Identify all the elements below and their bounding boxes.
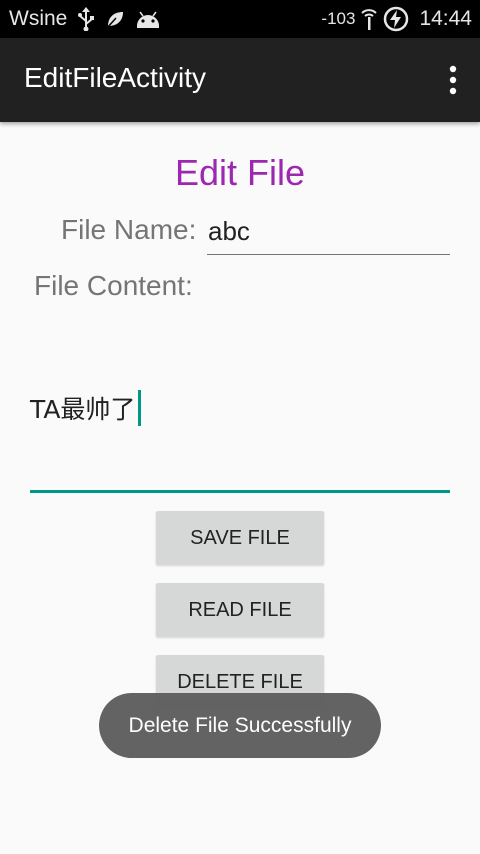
usb-icon	[77, 7, 95, 31]
read-file-button[interactable]: READ FILE	[156, 583, 324, 637]
status-left: Wsine	[9, 4, 161, 34]
wifi-signal-icon	[361, 7, 378, 31]
file-name-input[interactable]: abc	[207, 214, 450, 255]
file-name-label: File Name:	[61, 214, 197, 245]
carrier-name: Wsine	[9, 7, 68, 30]
page-heading: Edit File	[174, 152, 306, 193]
more-vert-icon[interactable]	[448, 64, 458, 96]
file-content-input[interactable]: TA最帅了	[30, 380, 450, 493]
clock: 14:44	[419, 7, 472, 30]
battery-charging-icon	[383, 6, 409, 32]
file-content-text: TA最帅了	[30, 395, 136, 424]
app-bar: EditFileActivity	[0, 38, 480, 122]
file-content-value: TA最帅了	[30, 390, 142, 426]
text-cursor	[138, 390, 142, 426]
android-debug-icon	[135, 9, 161, 29]
status-bar: Wsine -103 14:44	[0, 0, 480, 38]
app-title: EditFileActivity	[24, 62, 207, 93]
leaf-icon	[105, 9, 125, 29]
file-name-value: abc	[208, 216, 250, 246]
toast-message: Delete File Successfully	[99, 693, 381, 758]
signal-strength: -103	[321, 9, 356, 28]
save-file-button[interactable]: SAVE FILE	[156, 511, 324, 565]
status-right: -103 14:44	[321, 4, 472, 34]
file-content-label: File Content:	[34, 270, 193, 301]
